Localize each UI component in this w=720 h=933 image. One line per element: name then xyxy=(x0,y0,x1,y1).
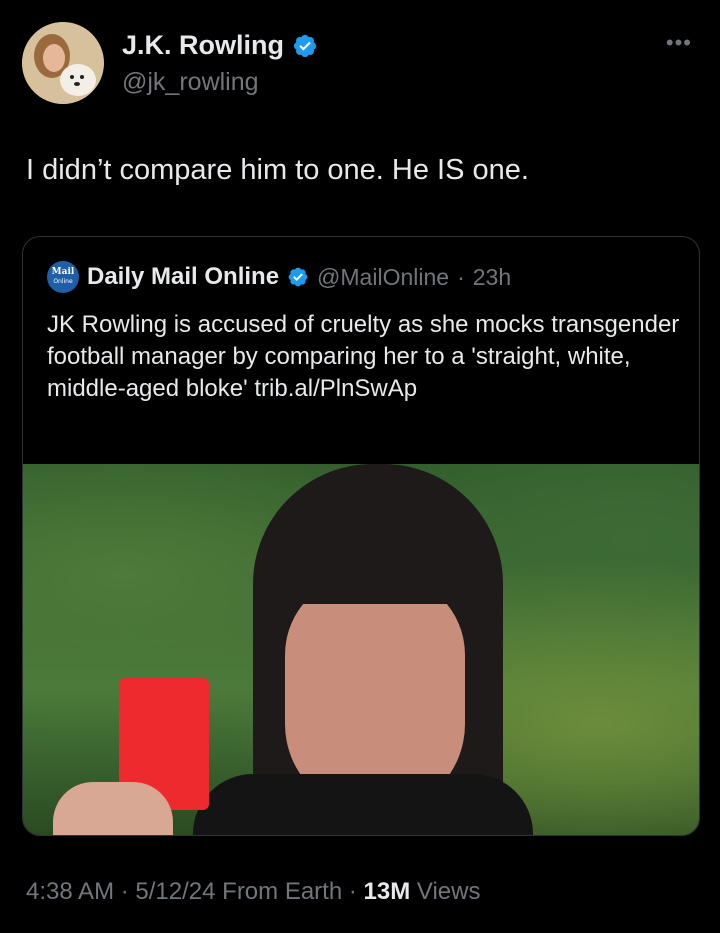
tweet-footer: 4:38 AM · 5/12/24 From Earth · 13M Views xyxy=(26,878,480,906)
quote-text: JK Rowling is accused of cruelty as she … xyxy=(47,311,680,402)
footer-source: From Earth xyxy=(222,878,343,905)
quote-verified-badge-icon xyxy=(288,267,308,287)
quote-author-name[interactable]: Daily Mail Online xyxy=(87,263,279,291)
author-name-row: J.K. Rowling xyxy=(122,30,318,61)
tweet-page: J.K. Rowling @jk_rowling ••• I didn’t co… xyxy=(0,0,720,933)
views-label: Views xyxy=(416,878,481,905)
logo-subtext: Online xyxy=(53,278,73,285)
quote-media-image[interactable] xyxy=(23,464,699,835)
quoted-tweet-card[interactable]: Mail Online Daily Mail Online @MailOnlin… xyxy=(22,236,700,836)
footer-date[interactable]: 5/12/24 xyxy=(135,878,215,905)
quote-time[interactable]: 23h xyxy=(473,264,511,291)
footer-separator-2: · xyxy=(348,878,357,905)
quote-header: Mail Online Daily Mail Online @MailOnlin… xyxy=(47,261,511,293)
tweet-text: I didn’t compare him to one. He IS one. xyxy=(26,154,529,186)
footer-time[interactable]: 4:38 AM xyxy=(26,878,114,905)
photo-hand xyxy=(53,782,173,835)
photo-shirt xyxy=(193,774,533,835)
avatar-image xyxy=(22,22,104,104)
verified-badge-icon xyxy=(293,34,317,57)
author-name[interactable]: J.K. Rowling xyxy=(122,30,284,61)
author-handle[interactable]: @jk_rowling xyxy=(122,68,259,97)
author-avatar[interactable] xyxy=(22,22,104,104)
footer-separator-1: · xyxy=(120,878,129,905)
mailonline-logo-icon: Mail Online xyxy=(47,261,79,293)
quote-separator: · xyxy=(457,263,465,290)
quote-author-handle[interactable]: @MailOnline xyxy=(317,264,449,291)
views-count[interactable]: 13M xyxy=(364,878,411,905)
logo-text: Mail xyxy=(51,267,75,277)
more-horizontal-icon[interactable]: ••• xyxy=(666,30,692,56)
